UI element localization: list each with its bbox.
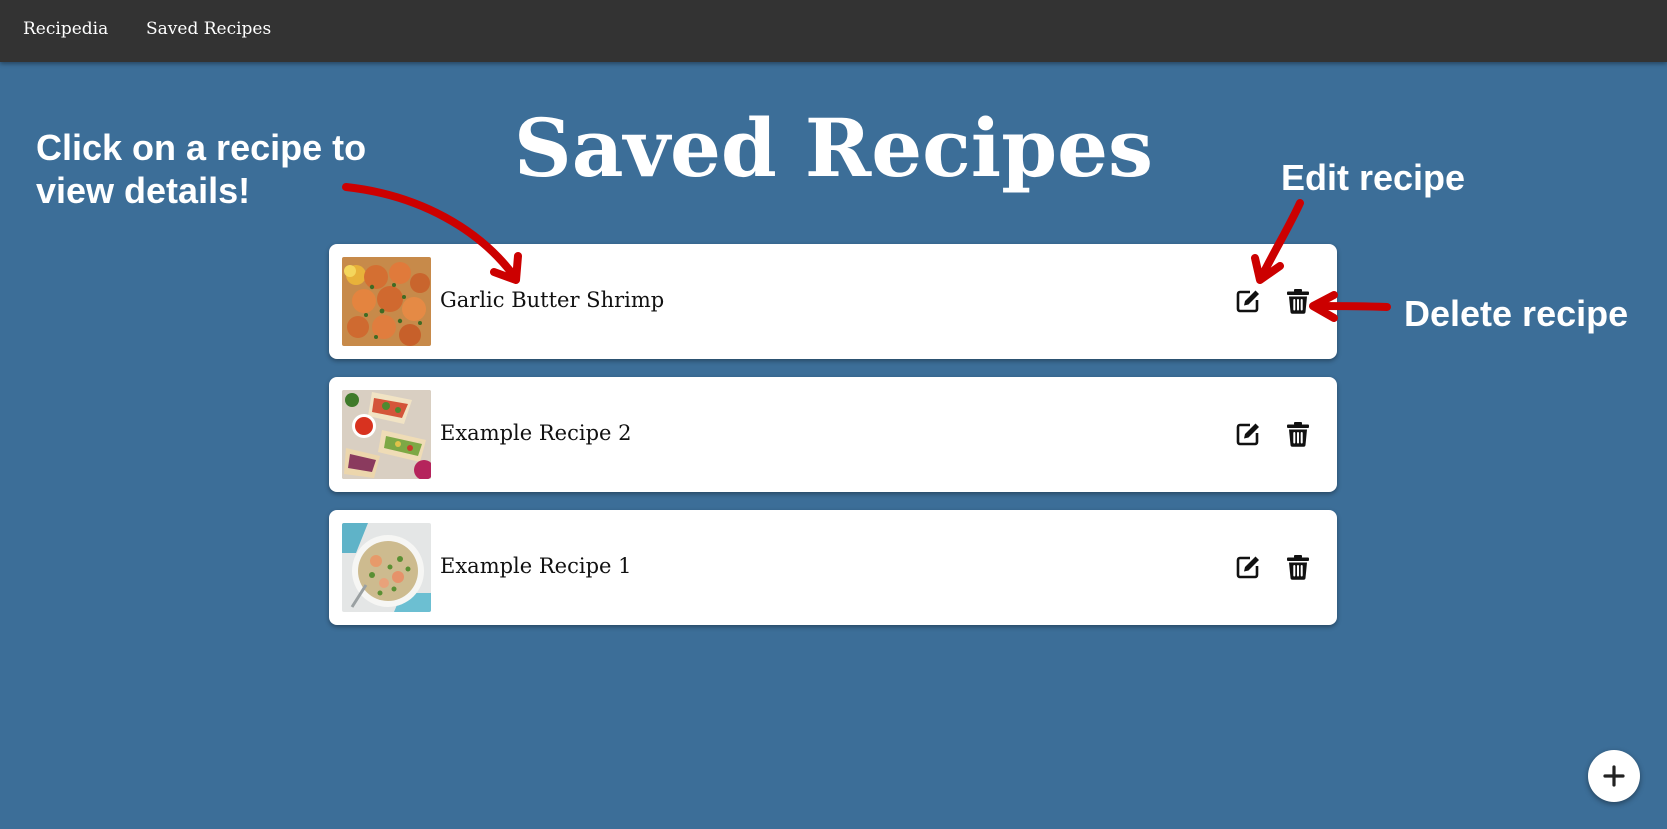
trash-icon xyxy=(1287,289,1309,314)
recipe-card[interactable]: Garlic Butter Shrimp xyxy=(329,244,1337,359)
recipe-thumbnail xyxy=(342,523,431,612)
nav-saved-recipes-link[interactable]: Saved Recipes xyxy=(146,19,271,39)
top-navbar: Recipedia Saved Recipes xyxy=(0,0,1667,62)
edit-recipe-button[interactable] xyxy=(1233,419,1263,449)
annotation-delete-recipe: Delete recipe xyxy=(1404,293,1629,334)
annotation-edit-recipe: Edit recipe xyxy=(1281,157,1466,198)
delete-recipe-button[interactable] xyxy=(1283,419,1313,449)
recipe-thumbnail xyxy=(342,257,431,346)
annotation-click-recipe: Click on a recipe to view details! xyxy=(36,126,366,212)
edit-icon xyxy=(1236,423,1259,446)
edit-recipe-button[interactable] xyxy=(1233,286,1263,316)
recipe-card[interactable]: Example Recipe 2 xyxy=(329,377,1337,492)
recipe-name: Example Recipe 1 xyxy=(440,554,632,578)
annotation-click-line2: view details! xyxy=(36,170,251,211)
edit-recipe-button[interactable] xyxy=(1233,552,1263,582)
nav-brand-link[interactable]: Recipedia xyxy=(23,19,108,39)
edit-icon xyxy=(1236,290,1259,313)
recipe-name: Example Recipe 2 xyxy=(440,421,632,445)
delete-recipe-button[interactable] xyxy=(1283,286,1313,316)
plus-icon xyxy=(1603,765,1625,787)
recipe-thumbnail xyxy=(342,390,431,479)
trash-icon xyxy=(1287,555,1309,580)
delete-recipe-button[interactable] xyxy=(1283,552,1313,582)
add-recipe-button[interactable] xyxy=(1588,750,1640,802)
trash-icon xyxy=(1287,422,1309,447)
recipe-card[interactable]: Example Recipe 1 xyxy=(329,510,1337,625)
annotation-click-line1: Click on a recipe to xyxy=(36,127,367,168)
edit-icon xyxy=(1236,556,1259,579)
recipe-list: Garlic Butter Shrimp Example Recipe 2 Ex… xyxy=(329,244,1337,643)
recipe-name: Garlic Butter Shrimp xyxy=(440,288,665,312)
